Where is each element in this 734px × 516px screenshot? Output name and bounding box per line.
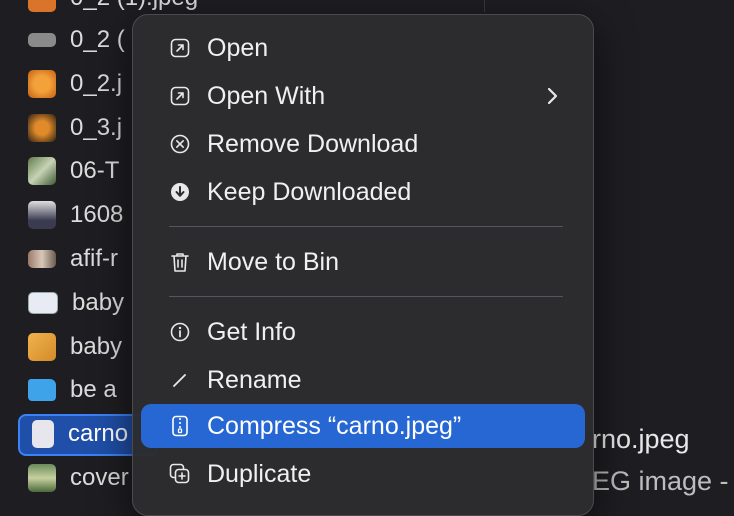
file-name: 0_2 ( <box>70 26 125 53</box>
file-name: 0_3.j <box>70 114 123 141</box>
preview-filename: rno.jpeg <box>592 424 690 454</box>
menu-item-label: Get Info <box>207 317 296 346</box>
open-arrow-icon <box>169 37 191 59</box>
file-name: 06-T <box>70 157 120 184</box>
file-name: baby <box>70 333 123 360</box>
file-name: cover <box>70 464 129 491</box>
trash-icon <box>169 251 191 273</box>
file-row-selected[interactable]: carno <box>28 414 128 454</box>
file-row[interactable]: 06-T <box>28 151 119 191</box>
pencil-icon <box>169 369 191 391</box>
menu-item-label: Move to Bin <box>207 247 340 276</box>
menu-item-compress[interactable]: Compress “carno.jpeg” <box>141 404 585 448</box>
menu-item-move-to-bin[interactable]: Move to Bin <box>141 240 585 284</box>
image-thumbnail-icon <box>28 114 56 142</box>
file-row[interactable]: baby <box>28 283 124 323</box>
file-row[interactable]: be a <box>28 370 117 410</box>
context-menu: Open Open With Remove Download Keep Down… <box>132 14 594 516</box>
image-thumbnail-icon <box>28 333 56 361</box>
menu-item-label: Open With <box>207 81 326 110</box>
file-row[interactable]: afif-r <box>28 239 118 279</box>
menu-item-keep-downloaded[interactable]: Keep Downloaded <box>141 170 585 214</box>
file-row[interactable]: 1608 <box>28 195 123 235</box>
image-thumbnail-icon <box>28 250 56 268</box>
open-arrow-icon <box>169 85 191 107</box>
menu-item-open-with[interactable]: Open With <box>141 74 585 118</box>
file-name: be a <box>70 376 117 403</box>
image-thumbnail-icon <box>28 157 56 185</box>
preview-kind: EG image - <box>592 466 729 496</box>
file-name: 0_2.j <box>70 70 123 97</box>
chevron-right-icon <box>541 85 563 107</box>
preview-panel: rno.jpeg EG image - <box>584 0 734 502</box>
image-thumbnail-icon <box>28 464 56 492</box>
image-thumbnail-icon <box>32 420 54 448</box>
file-name: carno <box>68 420 129 447</box>
menu-item-open[interactable]: Open <box>141 26 585 70</box>
menu-item-label: Compress “carno.jpeg” <box>207 411 462 440</box>
zip-archive-icon <box>169 415 191 437</box>
file-row[interactable]: 0_3.j <box>28 108 122 148</box>
menu-item-label: Rename <box>207 365 302 394</box>
duplicate-icon <box>169 463 191 485</box>
image-thumbnail-icon <box>28 33 56 47</box>
column-divider <box>484 0 485 12</box>
menu-item-get-info[interactable]: Get Info <box>141 310 585 354</box>
file-row[interactable]: cover <box>28 458 129 498</box>
image-thumbnail-icon <box>28 292 58 314</box>
file-row[interactable]: 0_2.j <box>28 64 122 104</box>
menu-item-label: Duplicate <box>207 459 312 488</box>
menu-item-label: Keep Downloaded <box>207 177 412 206</box>
x-circle-icon <box>169 133 191 155</box>
menu-separator <box>169 226 563 227</box>
menu-item-label: Remove Download <box>207 129 419 158</box>
menu-item-label: Open <box>207 33 269 62</box>
menu-item-remove-download[interactable]: Remove Download <box>141 122 585 166</box>
menu-item-duplicate[interactable]: Duplicate <box>141 452 585 496</box>
image-thumbnail-icon <box>28 70 56 98</box>
file-list: 0_2 (1).jpeg 0_2 ( 0_2.j 0_3.j 06-T 1608… <box>0 0 198 502</box>
download-circle-icon <box>169 181 191 203</box>
menu-separator <box>169 296 563 297</box>
file-name: 1608 <box>70 201 124 228</box>
image-thumbnail-icon <box>28 0 56 12</box>
menu-item-rename[interactable]: Rename <box>141 358 585 402</box>
file-row[interactable]: baby <box>28 327 122 367</box>
folder-icon <box>28 379 56 401</box>
image-thumbnail-icon <box>28 201 56 229</box>
file-name: 0_2 (1).jpeg <box>70 0 198 12</box>
file-row[interactable]: 0_2 ( <box>28 20 125 60</box>
file-name: baby <box>72 289 125 316</box>
file-name: afif-r <box>70 245 118 272</box>
info-circle-icon <box>169 321 191 343</box>
